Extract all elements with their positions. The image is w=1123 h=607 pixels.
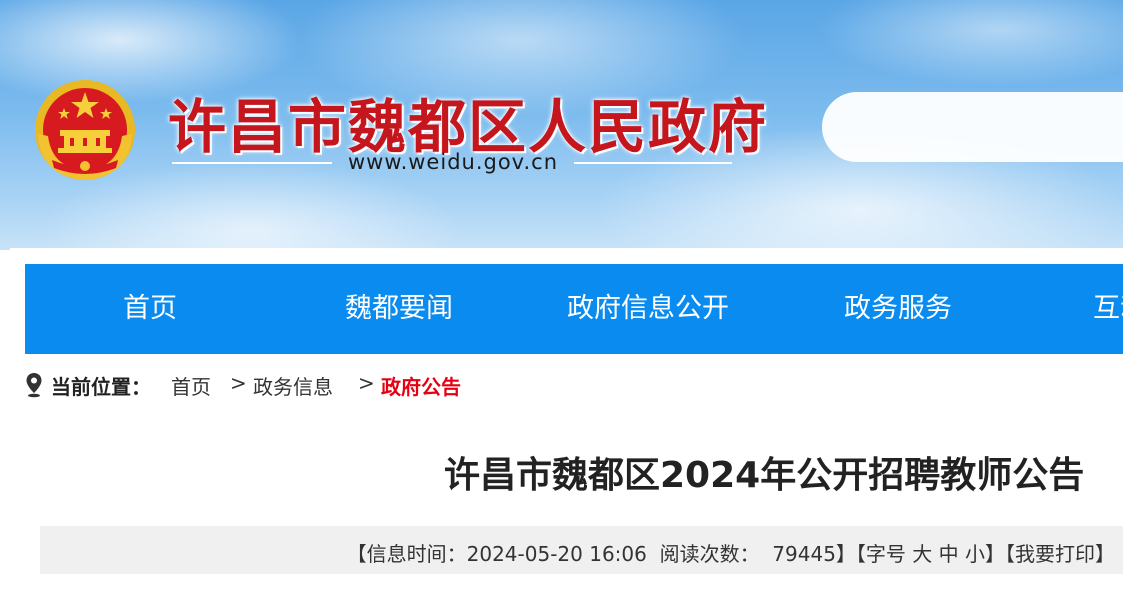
nav-item-home[interactable]: 首页 — [123, 264, 177, 354]
info-time-value: 2024-05-20 16:06 — [466, 542, 647, 566]
article-info-bar: 【信息时间：2024-05-20 16:06 阅读次数： 79445】【字号 大… — [40, 526, 1123, 574]
article-meta: 【信息时间：2024-05-20 16:06 阅读次数： 79445】【字号 大… — [347, 538, 1115, 567]
page: 许昌市魏都区人民政府 www.weidu.gov.cn 首页 魏都要闻 政府信息… — [0, 0, 1123, 607]
info-reads-label: 阅读次数： — [659, 542, 760, 566]
breadcrumb-label: 当前位置： — [51, 375, 151, 399]
font-size-large-button[interactable]: 大 — [912, 542, 932, 566]
breadcrumb-home[interactable]: 首页 — [171, 371, 211, 400]
info-reads-value: 79445 — [772, 542, 836, 566]
domain-row: www.weidu.gov.cn — [172, 148, 732, 178]
nav-item-gov-services[interactable]: 政务服务 — [844, 264, 952, 354]
domain-divider-right — [574, 162, 732, 164]
nav-item-gov-info[interactable]: 政府信息公开 — [567, 264, 729, 354]
article-title: 许昌市魏都区2024年公开招聘教师公告 — [444, 455, 1085, 496]
nav-item-weidu-news[interactable]: 魏都要闻 — [345, 264, 453, 354]
breadcrumb-separator: > — [230, 371, 247, 395]
breadcrumb-gov-affairs[interactable]: 政务信息 — [253, 371, 333, 400]
header-banner: 许昌市魏都区人民政府 www.weidu.gov.cn — [0, 0, 1123, 250]
font-size-medium-button[interactable]: 中 — [939, 542, 959, 566]
search-box[interactable] — [822, 92, 1123, 162]
breadcrumb-separator: > — [358, 371, 375, 395]
info-time-label: 【信息时间： — [346, 542, 467, 566]
site-domain: www.weidu.gov.cn — [347, 150, 559, 174]
breadcrumb-current[interactable]: 政府公告 — [381, 371, 461, 400]
print-button[interactable]: 】【我要打印】 — [985, 542, 1115, 566]
domain-divider-left — [172, 162, 332, 164]
font-size-small-button[interactable]: 小 — [965, 542, 985, 566]
nav-item-interaction[interactable]: 互动 — [1093, 264, 1123, 354]
main-nav: 首页 魏都要闻 政府信息公开 政务服务 互动 — [25, 264, 1123, 354]
national-emblem-icon — [35, 80, 135, 180]
info-font-label: 】【字号 — [835, 542, 906, 566]
location-pin-icon — [26, 373, 42, 398]
